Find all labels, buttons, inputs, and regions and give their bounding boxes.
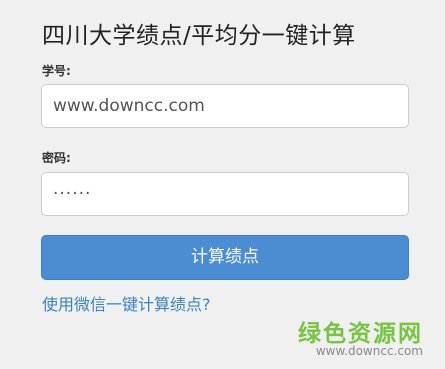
student-id-label: 学号:	[42, 64, 71, 78]
watermark-logo: 绿色资源网	[298, 321, 423, 347]
watermark-url: www.downcc.com	[315, 344, 423, 358]
password-input[interactable]	[41, 172, 409, 216]
calculator-page: 四川大学绩点/平均分一键计算 学号: 密码: 计算绩点 使用微信一键计算绩点? …	[0, 0, 445, 369]
wechat-calculate-link[interactable]: 使用微信一键计算绩点?	[42, 291, 211, 315]
student-id-input[interactable]	[41, 84, 409, 128]
password-label: 密码:	[42, 151, 71, 165]
page-title: 四川大学绩点/平均分一键计算	[42, 23, 356, 49]
calculate-gpa-button[interactable]: 计算绩点	[41, 235, 409, 280]
